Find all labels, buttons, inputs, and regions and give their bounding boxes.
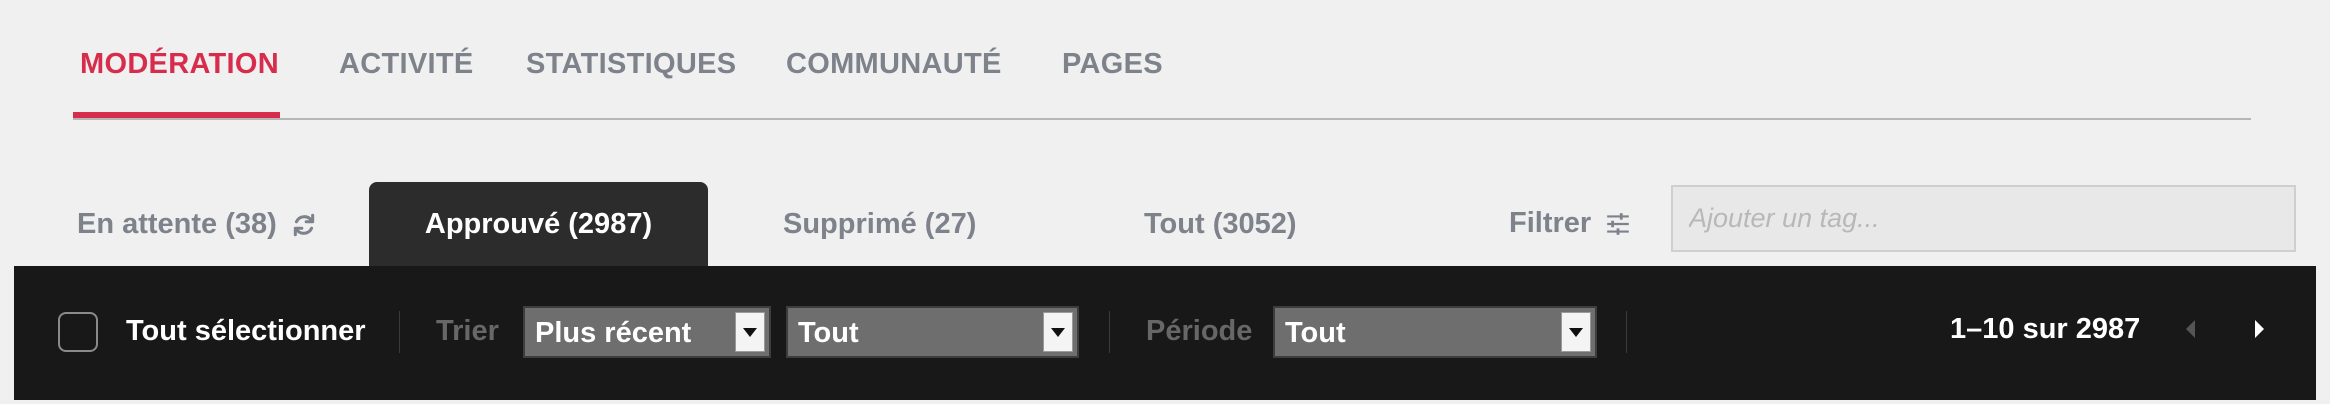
- triangle-down-icon: [735, 312, 765, 352]
- subtab-approuve[interactable]: Approuvé (2987): [369, 182, 708, 267]
- subtab-en-attente[interactable]: En attente (38): [77, 182, 317, 267]
- period-label: Période: [1146, 315, 1253, 347]
- tab-communaute[interactable]: COMMUNAUTÉ: [786, 48, 1002, 81]
- toolbar-divider: [399, 311, 400, 353]
- subtab-supprime-label: Supprimé (27): [783, 208, 977, 240]
- subtab-tout[interactable]: Tout (3052): [1144, 182, 1297, 267]
- subtab-supprime[interactable]: Supprimé (27): [783, 182, 976, 267]
- refresh-icon[interactable]: [291, 212, 317, 238]
- toolbar-divider: [1626, 311, 1627, 353]
- subtab-tout-label: Tout (3052): [1144, 208, 1297, 240]
- filter-label: Filtrer: [1509, 207, 1592, 239]
- type-select[interactable]: Tout: [786, 306, 1079, 358]
- tab-moderation[interactable]: MODÉRATION: [80, 48, 279, 81]
- subtab-en-attente-label: En attente (38): [77, 208, 277, 240]
- sort-label: Trier: [436, 315, 499, 347]
- sort-select-value: Plus récent: [535, 317, 692, 349]
- chevron-left-icon[interactable]: [2182, 316, 2200, 347]
- tab-activite[interactable]: ACTIVITÉ: [339, 48, 474, 81]
- tag-input[interactable]: [1671, 185, 2296, 252]
- triangle-down-icon: [1043, 312, 1073, 352]
- type-select-value: Tout: [798, 317, 859, 349]
- moderation-toolbar: Tout sélectionner Trier Plus récent Tout…: [14, 266, 2316, 400]
- sliders-icon: [1605, 211, 1631, 237]
- active-tab-underline: [73, 112, 280, 118]
- tab-statistiques[interactable]: STATISTIQUES: [526, 48, 736, 81]
- tab-pages[interactable]: PAGES: [1062, 48, 1163, 81]
- chevron-right-icon[interactable]: [2250, 316, 2268, 347]
- sort-select[interactable]: Plus récent: [523, 306, 771, 358]
- period-select[interactable]: Tout: [1273, 306, 1597, 358]
- toolbar-divider: [1109, 311, 1110, 353]
- main-nav: MODÉRATION ACTIVITÉ STATISTIQUES COMMUNA…: [73, 0, 2251, 120]
- subtab-approuve-label: Approuvé (2987): [424, 208, 653, 240]
- select-all-label[interactable]: Tout sélectionner: [126, 315, 366, 348]
- pagination-text: 1–10 sur 2987: [1950, 313, 2141, 345]
- select-all-checkbox[interactable]: [58, 312, 98, 352]
- period-select-value: Tout: [1285, 317, 1346, 349]
- filter-button[interactable]: Filtrer: [1509, 207, 1631, 240]
- triangle-down-icon: [1561, 312, 1591, 352]
